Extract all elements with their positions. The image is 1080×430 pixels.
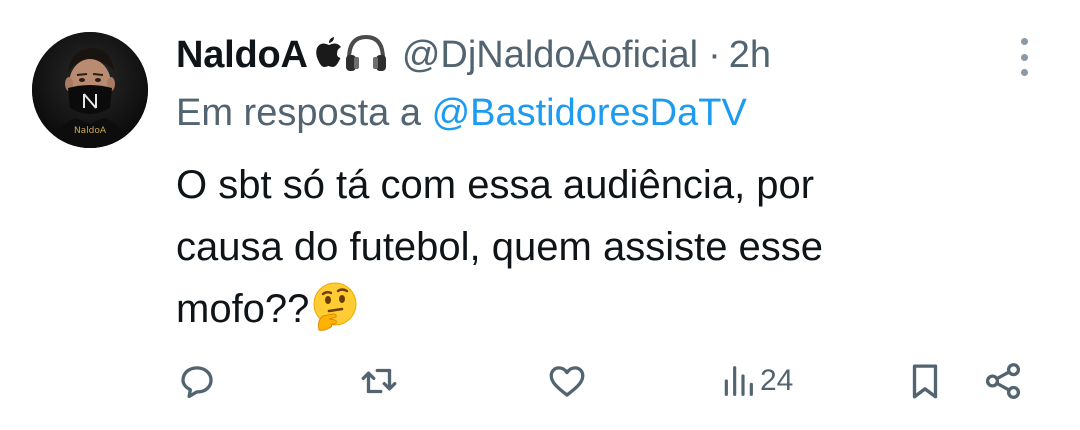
avatar-brand-text: NaldoA xyxy=(73,126,107,136)
apple-icon xyxy=(316,36,342,74)
tweet-header: NaldoA @DjNaldoAoficial · 2h xyxy=(176,26,1040,84)
like-button[interactable] xyxy=(546,356,588,406)
reply-mention-link[interactable]: @BastidoresDaTV xyxy=(432,92,747,134)
like-icon xyxy=(549,366,585,397)
retweet-button[interactable] xyxy=(358,356,400,406)
more-options-button[interactable] xyxy=(1012,38,1036,76)
views-button[interactable]: 24 xyxy=(718,356,793,406)
tweet-text-line: mofo?? xyxy=(176,278,996,340)
tweet-text: O sbt só tá com essa audiência, por caus… xyxy=(176,154,996,340)
reply-prefix: Em resposta a xyxy=(176,92,421,134)
name-emojis xyxy=(316,33,388,78)
reply-button[interactable] xyxy=(176,356,218,406)
share-icon xyxy=(985,363,1021,399)
reply-icon xyxy=(181,366,213,399)
separator-dot: · xyxy=(708,33,721,76)
share-button[interactable] xyxy=(982,356,1024,406)
bookmark-button[interactable] xyxy=(904,356,946,406)
tweet-text-last: mofo?? xyxy=(176,287,310,331)
views-icon xyxy=(724,366,753,396)
tweet-text-line: O sbt só tá com essa audiência, por xyxy=(176,163,815,207)
user-handle[interactable]: @DjNaldoAoficial xyxy=(402,34,698,77)
display-name[interactable]: NaldoA xyxy=(176,34,308,77)
more-dot xyxy=(1020,69,1028,76)
retweet-icon xyxy=(361,368,397,394)
bookmark-icon xyxy=(912,364,938,399)
more-dot xyxy=(1020,38,1028,45)
timestamp[interactable]: 2h xyxy=(729,34,771,77)
more-dot xyxy=(1020,53,1028,61)
headphones-icon xyxy=(344,33,388,78)
tweet-text-line: causa do futebol, quem assiste esse xyxy=(176,225,824,269)
views-count: 24 xyxy=(760,364,794,397)
tweet-card[interactable]: NaldoA NaldoA @DjNaldoAoficial · 2h Em r… xyxy=(0,0,1080,430)
reply-context: Em resposta a @BastidoresDaTV xyxy=(176,86,1040,140)
tweet-actions: 24 xyxy=(176,356,1036,406)
avatar[interactable]: NaldoA xyxy=(32,32,148,148)
thinking-face-icon xyxy=(313,282,357,331)
